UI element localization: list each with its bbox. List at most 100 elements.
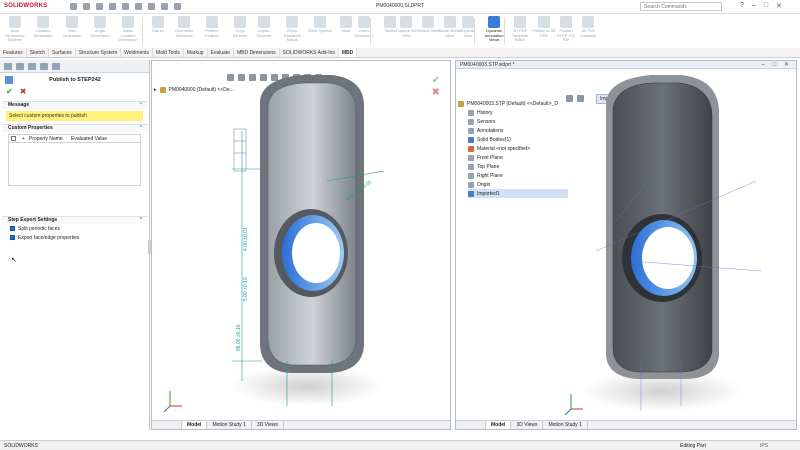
command-tab[interactable]: Markup [184, 48, 208, 57]
imported-model-view[interactable] [456, 61, 797, 423]
triad-icon [564, 394, 583, 416]
length-dimension-label[interactable]: 88.00 ±0.10 [236, 324, 242, 351]
command-tab[interactable]: Weldments [121, 48, 154, 57]
ribbon-button-16[interactable]: Section View [416, 16, 440, 46]
display-manager-tab-icon[interactable] [52, 63, 60, 70]
undo-icon[interactable] [135, 3, 142, 10]
part-model-view[interactable]: Ø25.00 ±0.01 4.00 ±0.01 5.00 ±0.10 88.00… [152, 61, 451, 423]
copy-scheme-icon [234, 16, 246, 28]
ribbon-button-6[interactable]: Geometric Tolerance [172, 16, 196, 46]
maximize-button[interactable]: □ [764, 2, 768, 10]
select-icon[interactable] [148, 3, 155, 10]
property-manager-tab-icon[interactable] [16, 63, 24, 70]
command-tab[interactable]: Surfaces [49, 48, 76, 57]
command-tab[interactable]: MBD [338, 48, 358, 57]
width-dimension-label[interactable]: 4.00 ±0.01 [243, 227, 249, 251]
ribbon-button-10[interactable]: Show Tolerance Status [280, 16, 304, 46]
publish-pdf-icon [538, 16, 550, 28]
cancel-button[interactable]: ✖ [20, 87, 27, 98]
left-graphics-area[interactable]: ▸ PM0040000 (Default) <<De... ✔ ✖ Ø25.00… [151, 60, 451, 430]
ribbon-button-label: Note [341, 28, 351, 33]
custom-properties-table[interactable]: + Property Name Evaluated Value [8, 134, 141, 186]
ribbon-button-15[interactable]: Capture 3D View [394, 16, 418, 46]
collapse-caret-icon[interactable]: ⌃ [139, 217, 143, 223]
minimize-button[interactable]: – [752, 2, 756, 10]
ribbon-button-3[interactable]: Angle Dimension [88, 16, 112, 46]
ribbon-button-9[interactable]: Import Scheme [252, 16, 276, 46]
ribbon-button-22[interactable]: Publish STEP 242 File [554, 16, 578, 46]
ribbon-button-7[interactable]: Pattern Feature [200, 16, 224, 46]
export-face-edge-label: Export face/edge properties [18, 234, 80, 241]
open-icon[interactable] [96, 3, 103, 10]
new-icon[interactable] [83, 3, 90, 10]
command-tab[interactable]: Structure System [76, 48, 122, 57]
status-left-text: SOLIDWORKS [4, 443, 38, 449]
tab-model[interactable]: Model [486, 421, 512, 429]
message-section-header[interactable]: Message ⌃ [2, 101, 147, 109]
dimxpert-manager-tab-icon[interactable] [40, 63, 48, 70]
custom-properties-header[interactable]: Custom Properties ⌃ [2, 124, 147, 132]
close-button[interactable]: ✕ [776, 2, 782, 10]
save-icon[interactable] [109, 3, 116, 10]
tab-3d-views[interactable]: 3D Views [252, 421, 284, 429]
pdf-template-icon [514, 16, 526, 28]
ribbon-button-21[interactable]: Publish to 3D PDF [532, 16, 556, 46]
command-manager-tabs: Features Sketch Surfaces Structure System We… [0, 48, 800, 58]
model-break-icon [444, 16, 456, 28]
command-tab[interactable]: Features [0, 48, 27, 57]
export-face-edge-option[interactable]: Export face/edge properties [2, 233, 147, 242]
help-button[interactable]: ? [740, 2, 744, 10]
split-periodic-faces-option[interactable]: Split periodic faces [2, 224, 147, 233]
collapse-caret-icon[interactable]: ⌃ [139, 125, 143, 131]
command-tab[interactable]: Mold Tools [153, 48, 184, 57]
print-icon[interactable] [122, 3, 129, 10]
ribbon-button-2[interactable]: Size Dimension [60, 16, 84, 46]
command-tab[interactable]: MBD Dimensions [234, 48, 280, 57]
ribbon-button-0[interactable]: Auto Dimension Scheme [3, 16, 27, 46]
split-periodic-faces-checkbox[interactable] [10, 226, 15, 231]
collapse-caret-icon[interactable]: ⌃ [139, 102, 143, 108]
rebuild-icon[interactable] [161, 3, 168, 10]
ribbon-button-8[interactable]: Copy Scheme [228, 16, 252, 46]
ribbon-separator [474, 18, 475, 44]
home-icon[interactable] [70, 3, 77, 10]
ribbon-button-18[interactable]: Explode View [456, 16, 480, 46]
ok-button[interactable]: ✔ [6, 87, 13, 98]
command-tab[interactable]: Evaluate [208, 48, 235, 57]
ribbon-button-label: Angle Dimension [90, 28, 110, 38]
message-text: Select custom properties to publish [6, 111, 143, 121]
tab-3d-views[interactable]: 3D Views [511, 421, 544, 429]
pm-title: Publish to STEP242 [49, 77, 101, 83]
feature-manager-tab-icon[interactable] [4, 63, 12, 70]
tab-motion-study-1[interactable]: Motion Study 1 [543, 421, 588, 429]
select-all-checkbox[interactable] [11, 136, 16, 141]
options-icon[interactable] [174, 3, 181, 10]
tab-motion-study-1[interactable]: Motion Study 1 [207, 421, 252, 429]
step-export-header[interactable]: Step Export Settings ⌃ [2, 216, 147, 224]
configuration-manager-tab-icon[interactable] [28, 63, 36, 70]
depth-dimension-label[interactable]: 5.00 ±0.10 [243, 277, 249, 301]
title-bar: SOLIDWORKS PM0040000.SLDPRT ? – □ ✕ [0, 0, 800, 14]
tab-model[interactable]: Model [182, 421, 208, 429]
left-model-tabs: Model Motion Study 1 3D Views [152, 420, 450, 429]
ribbon-button-23[interactable]: 3D PMI Compare [576, 16, 600, 46]
ribbon-button-label: Size Dimension [62, 28, 82, 38]
unit-system-button[interactable]: IPS [760, 443, 768, 449]
ribbon-button-13[interactable]: Insert Dimension [352, 16, 376, 46]
command-tab[interactable]: SOLIDWORKS Add-Ins [280, 48, 339, 57]
command-tab[interactable]: Sketch [27, 48, 50, 57]
search-commands-input[interactable] [640, 2, 722, 11]
ribbon-button-11[interactable]: Weld Symbol [308, 16, 332, 46]
ribbon-button-20[interactable]: 3D PDF Template Editor [508, 16, 532, 46]
ribbon-button-1[interactable]: Location Dimension [31, 16, 55, 46]
quick-access-toolbar [70, 3, 181, 10]
dynamic-annotation-icon [488, 16, 500, 28]
ribbon-button-4[interactable]: Basic Location Dimension [116, 16, 140, 46]
header-plus[interactable]: + [18, 136, 29, 142]
tab-nav[interactable] [152, 421, 182, 429]
tab-nav[interactable] [456, 421, 486, 429]
ribbon-button-5[interactable]: Datum [146, 16, 170, 46]
export-face-edge-checkbox[interactable] [10, 235, 15, 240]
right-graphics-area[interactable]: PM0040003.STP.sldprt * – □ ✕ Imported1 P… [455, 60, 797, 430]
ribbon-button-label: Auto Dimension Scheme [5, 28, 25, 42]
